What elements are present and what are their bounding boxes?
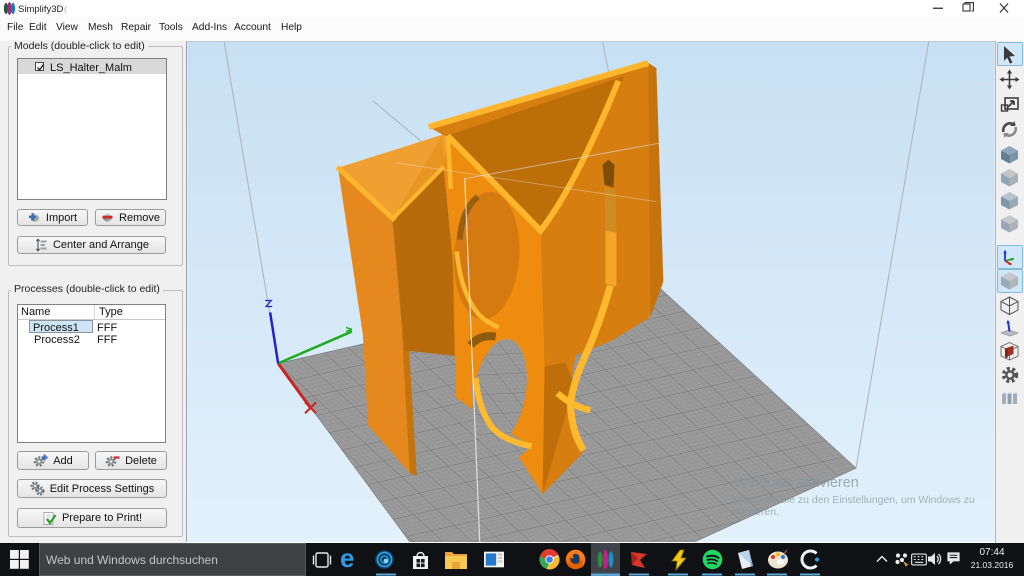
svg-text:aktivieren.: aktivieren. [731,507,779,518]
svg-text:Wechseln Sie zu den Einstellun: Wechseln Sie zu den Einstellungen, um Wi… [731,495,975,506]
svg-text:Windows aktivieren: Windows aktivieren [734,475,859,491]
